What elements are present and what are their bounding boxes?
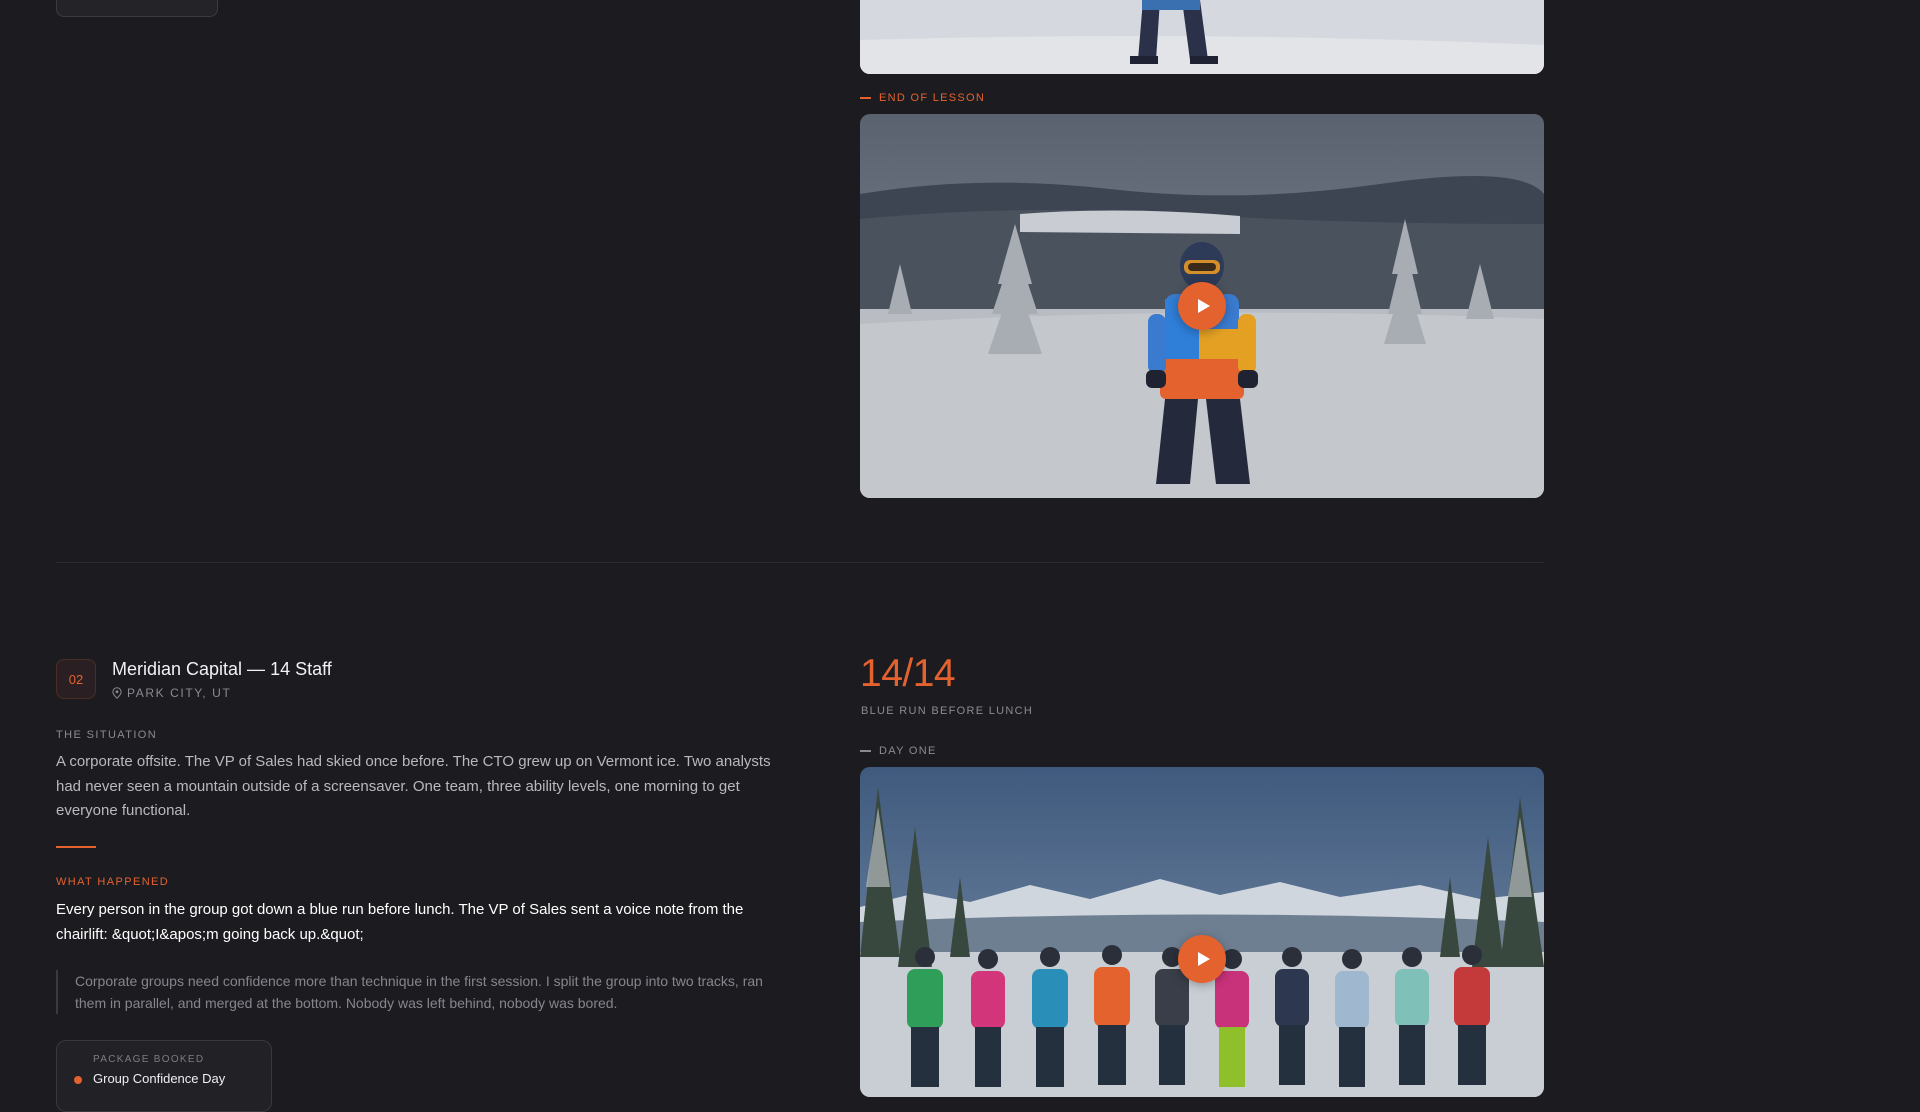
previous-case-video[interactable] bbox=[860, 114, 1544, 498]
situation-label: THE SITUATION bbox=[56, 729, 158, 741]
location-pin-icon bbox=[112, 687, 122, 699]
case-divider bbox=[56, 562, 1544, 563]
package-label: PACKAGE BOOKED bbox=[93, 1054, 205, 1065]
skier-legs-image bbox=[860, 0, 1544, 74]
case-location: PARK CITY, UT bbox=[112, 686, 231, 700]
status-dot-icon bbox=[74, 1076, 82, 1084]
previous-video-label-text: END OF LESSON bbox=[879, 92, 986, 104]
group-skiers-image bbox=[860, 767, 1544, 1097]
stat-caption: BLUE RUN BEFORE LUNCH bbox=[861, 705, 1034, 717]
case-location-text: PARK CITY, UT bbox=[127, 686, 232, 700]
video-label: DAY ONE bbox=[860, 745, 937, 757]
play-button[interactable] bbox=[1178, 282, 1226, 330]
previous-package-card bbox=[56, 0, 218, 17]
label-dash bbox=[860, 750, 871, 752]
coach-quote: Corporate groups need confidence more th… bbox=[56, 970, 795, 1014]
play-icon bbox=[1197, 952, 1210, 966]
previous-case-photo-top bbox=[860, 0, 1544, 74]
case-number-badge: 02 bbox=[56, 659, 96, 699]
case-title: Meridian Capital — 14 Staff bbox=[112, 659, 332, 679]
previous-video-label: END OF LESSON bbox=[860, 92, 985, 104]
accent-rule bbox=[56, 846, 96, 848]
stat-value: 14/14 bbox=[860, 652, 956, 695]
label-dash bbox=[860, 97, 871, 99]
package-name: Group Confidence Day bbox=[93, 1071, 226, 1086]
play-icon bbox=[1197, 299, 1210, 313]
package-booked-card: PACKAGE BOOKED Group Confidence Day bbox=[56, 1040, 272, 1112]
video-label-text: DAY ONE bbox=[879, 745, 937, 757]
case-video[interactable] bbox=[860, 767, 1544, 1097]
play-button[interactable] bbox=[1178, 935, 1226, 983]
what-happened-text: Every person in the group got down a blu… bbox=[56, 901, 744, 943]
situation-text: A corporate offsite. The VP of Sales had… bbox=[56, 753, 771, 819]
what-happened-label: WHAT HAPPENED bbox=[56, 876, 170, 888]
